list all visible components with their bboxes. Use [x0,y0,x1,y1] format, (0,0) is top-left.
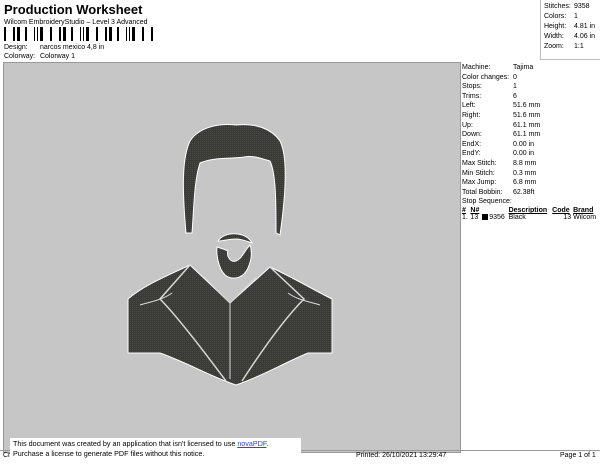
barcode-bar [17,27,18,41]
table-row: 1. 13 9356 Black 13 Wilcom [461,214,599,221]
machine-info-row: Max Stitch: 8.8 mm [462,160,537,167]
stat-zoom: Zoom: 1:1 [544,43,584,50]
barcode-bar [4,27,5,41]
col-num: # [462,207,466,214]
barcode-bar [25,27,27,41]
design-value: narcos mexico 4,8 in [39,44,105,51]
row-n: 13 [470,214,479,221]
machine-info-row: Machine: Tajima [462,64,534,71]
barcode-bar [87,27,88,41]
barcode-bar [105,27,107,41]
stat-height: Height: 4.81 in [544,23,596,30]
barcode-bar [117,27,119,41]
info-panel [460,62,600,451]
col-n: N# [470,207,480,214]
stat-width: Width: 4.06 in [544,33,596,40]
machine-info-row: Stops: 1 [462,83,517,91]
barcode-bar [80,27,81,41]
barcode [4,27,153,41]
barcode-bar [86,27,87,41]
page-title: Production Worksheet [4,2,143,17]
stop-sequence-title: Stop Sequence: [462,198,512,205]
design-label: Design: [4,44,28,51]
moustache-shape [217,233,253,244]
col-stitches [481,207,507,214]
page-number: Page 1 of 1 [560,452,596,459]
colorway-label: Colorway: [4,53,36,60]
col-code: Code [552,207,570,214]
barcode-bar [63,27,64,41]
machine-info-row: Color changes: 0 [462,73,517,81]
barcode-bar [51,27,52,41]
barcode-bar [110,27,112,41]
barcode-bar [133,27,134,41]
colorway-value: Colorway 1 [39,53,75,60]
barcode-bar [34,27,35,41]
barcode-bar [40,27,41,41]
embroidery-design [127,124,333,386]
machine-info-row: Max Jump: 6.8 mm [462,179,537,187]
barcode-bar [142,27,143,41]
barcode-bar [64,27,66,41]
row-stitches: 9356 [481,214,507,221]
row-brand: Wilcom [573,214,597,221]
barcode-bar [13,27,15,41]
row-num: 1. [462,214,468,221]
barcode-bar [109,27,110,41]
colorway-row: Colorway: Colorway 1 [4,53,75,60]
hair-shape [182,124,286,236]
machine-info-row: EndX: 0.00 in [462,140,535,148]
notice-line2: Purchase a license to generate PDF files… [13,449,205,458]
barcode-bar [126,27,127,41]
machine-info-row: Trims: 6 [462,92,517,100]
beard-shape [216,244,252,279]
barcode-bar [132,27,133,41]
license-notice: This document was created by an applicat… [10,438,301,463]
col-brand: Brand [573,207,594,214]
machine-info-row: Min Stitch: 0.3 mm [462,169,537,177]
barcode-bar [42,27,43,41]
design-row: Design: narcos mexico 4,8 in [4,44,104,51]
stat-colors: Colors: 1 [544,13,578,20]
barcode-bar [129,27,130,41]
machine-info-row: Down: 61.1 mm [462,131,541,139]
col-description: Description [508,207,548,214]
row-description: Black [508,214,526,221]
table-header-row: # N# Description Code Brand [461,207,599,214]
machine-info-row: Left: 51.6 mm [462,102,541,110]
machine-info-row: Right: 51.6 mm [462,112,541,119]
stop-sequence-table: # N# Description Code Brand 1. 13 9356 B… [461,207,599,221]
barcode-bar [143,27,144,41]
design-preview [3,62,461,453]
software-subtitle: Wilcom EmbroideryStudio – Level 3 Advanc… [4,19,148,26]
printed-timestamp: Printed: 26/10/2021 13:29:47 [356,452,447,459]
barcode-bar [59,27,61,41]
barcode-bar [71,27,73,41]
novapdf-link[interactable]: novaPDF [237,439,266,448]
barcode-bar [41,27,42,41]
machine-info-row: Total Bobbin: 62.38ft [462,188,535,196]
barcode-bar [96,27,97,41]
barcode-bar [97,27,98,41]
barcode-bar [151,27,153,41]
stat-stitches: Stitches: 9358 [544,3,590,10]
row-code: 13 [563,214,572,221]
barcode-bar [37,27,38,41]
barcode-bar [18,27,20,41]
barcode-bar [134,27,135,41]
machine-info-row: EndY: 0.00 in [462,150,535,158]
barcode-bar [88,27,89,41]
machine-info-row: Up: 61.1 mm [462,121,541,129]
barcode-bar [83,27,84,41]
color-swatch [482,214,489,221]
barcode-bar [5,27,6,41]
barcode-bar [50,27,51,41]
notice-line1: This document was created by an applicat… [13,439,238,448]
